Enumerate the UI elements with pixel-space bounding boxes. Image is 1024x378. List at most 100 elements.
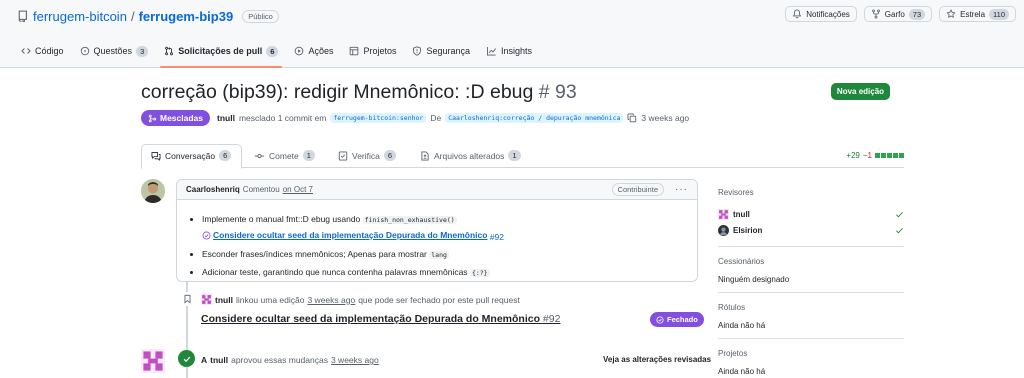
divider — [718, 292, 904, 293]
avatar-caarloshenriq[interactable] — [141, 179, 165, 203]
fork-icon — [871, 9, 881, 19]
file-diff-icon — [420, 151, 430, 161]
tab-code[interactable]: Código — [21, 41, 64, 61]
repo-icon — [17, 10, 29, 22]
pr-author-link[interactable]: tnull — [217, 113, 235, 123]
event-text: linkou uma edição — [235, 294, 305, 305]
pr-tab-files-changed[interactable]: Arquivos alterados 1 — [420, 150, 521, 161]
approved-check-icon — [178, 350, 195, 367]
diffstat-block — [881, 153, 886, 158]
tab-security-label: Segurança — [426, 46, 471, 56]
kebab-menu-icon[interactable]: ··· — [675, 184, 688, 195]
bookmark-icon — [180, 292, 194, 306]
linked-issue-title-text[interactable]: Considere ocultar seed da implementação … — [201, 313, 540, 325]
contributor-badge: Contribuinte — [611, 183, 664, 196]
comment-header: Caarloshenriq Comentou on Oct 7 Contribu… — [177, 180, 697, 200]
tab-actions-label: Ações — [308, 46, 334, 56]
star-icon — [946, 9, 956, 19]
pr-tab-checks-label: Verifica — [352, 150, 380, 161]
pr-tab-checks-count: 6 — [383, 150, 397, 161]
pr-sidebar: Revisores tnull Elsirion Cessionários Ni… — [718, 188, 904, 376]
fork-label: Garfo — [884, 9, 905, 19]
tab-pull-requests-count: 6 — [266, 45, 279, 57]
divider — [718, 338, 904, 339]
avatar-tnull[interactable] — [141, 349, 165, 373]
repo-name-link[interactable]: ferrugem-bip39 — [139, 9, 234, 24]
approval-actor-link[interactable]: tnull — [210, 355, 228, 365]
projects-value: Ainda não há — [718, 367, 766, 376]
pr-tab-checks[interactable]: Verifica 6 — [338, 150, 397, 161]
pr-tab-commits[interactable]: Comete 1 — [254, 150, 315, 161]
comment-timestamp-link[interactable]: on Oct 7 — [283, 185, 313, 194]
list-item: Esconder frases/índices mnemônicos; Apen… — [202, 247, 685, 263]
pr-tab-files-count: 1 — [508, 150, 521, 161]
approval-text: aprovou essas mudanças — [231, 355, 328, 365]
table-icon — [349, 46, 359, 56]
reviewer-item[interactable]: Elsirion — [718, 222, 904, 238]
event-actor-link[interactable]: tnull — [215, 295, 233, 305]
reviewer-name: Elsirion — [733, 225, 763, 235]
pr-tab-commits-label: Comete — [269, 150, 299, 161]
fork-button[interactable]: Garfo 73 — [863, 6, 933, 22]
diffstat-additions: +29 — [846, 151, 860, 160]
notifications-button[interactable]: Notificações — [785, 6, 857, 22]
tab-insights-label: Insights — [501, 46, 533, 56]
linked-issue-number[interactable]: #92 — [543, 313, 561, 325]
tab-insights[interactable]: Insights — [486, 41, 532, 61]
issue-icon — [80, 46, 90, 56]
notifications-label: Notificações — [806, 9, 850, 19]
tab-issues[interactable]: Questões 3 — [80, 41, 149, 61]
approval-event: A tnull aprovou essas mudanças 3 weeks a… — [201, 355, 379, 365]
tab-pull-requests[interactable]: Solicitações de pull 6 — [160, 41, 283, 68]
tab-issues-label: Questões — [93, 46, 133, 56]
see-reviewed-changes-link[interactable]: Veja as alterações revisadas — [603, 355, 711, 364]
repo-actions: Notificações Garfo 73 Estrela 110 — [785, 6, 1016, 22]
check-icon — [895, 226, 904, 235]
head-branch[interactable]: Caarloshenriq:correção / depuração mnemô… — [445, 113, 624, 123]
tnull-avatar-small[interactable] — [201, 294, 212, 305]
event-time-link[interactable]: 3 weeks ago — [307, 295, 355, 305]
star-button[interactable]: Estrela 110 — [939, 6, 1016, 22]
copy-icon[interactable] — [627, 113, 637, 123]
issue-number-link[interactable]: #92 — [490, 232, 504, 242]
repo-nav-tabs: Código Questões 3 Solicitações de pull 6… — [21, 41, 532, 68]
tab-issues-count: 3 — [136, 45, 149, 57]
code-icon — [21, 46, 31, 56]
tab-code-label: Código — [35, 46, 64, 56]
new-issue-button[interactable]: Nova edição — [831, 83, 890, 100]
checks-icon — [338, 151, 348, 161]
reviewer-item[interactable]: tnull — [718, 206, 904, 222]
labels-value: Ainda não há — [718, 321, 766, 330]
list-item-text: Implemente o manual fmt::D ebug usando — [202, 214, 361, 224]
pr-number: # 93 — [538, 81, 577, 103]
repo-owner-link[interactable]: ferrugem-bitcoin — [33, 9, 127, 24]
reviewers-heading[interactable]: Revisores — [718, 188, 904, 197]
base-branch[interactable]: ferrugem-bitcoin:senhor — [330, 113, 427, 123]
pr-tabs: Conversação 6 Comete 1 Verifica 6 Arquiv… — [141, 144, 904, 169]
visibility-badge: Público — [242, 9, 279, 23]
pr-from-text: De — [430, 113, 442, 123]
diffstat-blocks — [875, 153, 904, 158]
pr-meta: Mescladas tnull mesclado 1 commit em fer… — [141, 110, 689, 126]
merged-state-label: Mescladas — [160, 113, 203, 123]
issue-reference[interactable]: Considere ocultar seed da implementação … — [202, 228, 487, 243]
approval-time-link[interactable]: 3 weeks ago — [331, 355, 379, 365]
pr-tab-conversation[interactable]: Conversação 6 — [151, 150, 232, 161]
list-item-text: Adicionar teste, garantindo que nunca co… — [202, 267, 468, 277]
labels-heading[interactable]: Rótulos — [718, 303, 904, 312]
tab-actions[interactable]: Ações — [294, 41, 333, 61]
diffstat-block — [875, 153, 880, 158]
tab-projects[interactable]: Projetos — [349, 41, 396, 61]
approval-prefix: A — [201, 355, 208, 365]
tnull-avatar-small — [718, 208, 729, 220]
star-label: Estrela — [960, 9, 986, 19]
projects-heading[interactable]: Projetos — [718, 349, 904, 358]
elsirion-avatar-small — [718, 224, 729, 236]
merge-icon — [148, 114, 157, 123]
issue-link[interactable]: Considere ocultar seed da implementação … — [213, 228, 487, 243]
linked-issue-title[interactable]: Considere ocultar seed da implementação … — [201, 313, 560, 325]
list-item: Implemente o manual fmt::D ebug usando f… — [202, 212, 685, 245]
tab-security[interactable]: Segurança — [412, 41, 470, 61]
comment-author-link[interactable]: Caarloshenriq — [186, 185, 240, 194]
assignees-heading[interactable]: Cessionários — [718, 257, 904, 266]
